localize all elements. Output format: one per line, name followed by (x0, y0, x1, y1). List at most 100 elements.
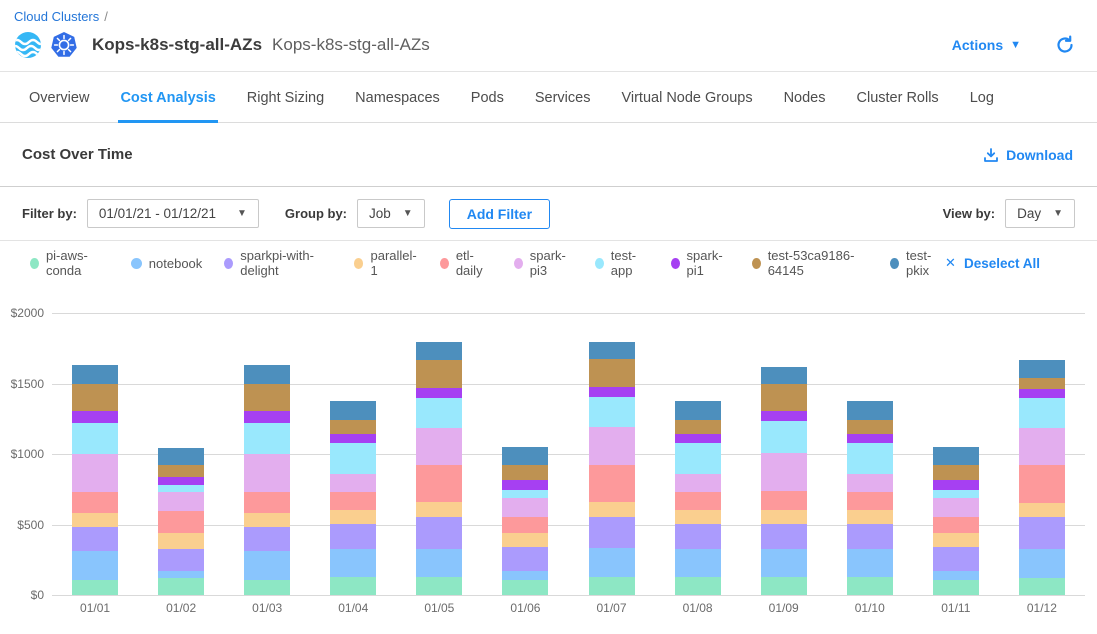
breadcrumb-link-cloud-clusters[interactable]: Cloud Clusters (14, 9, 99, 24)
bar-segment-test-53ca9186-64145[interactable] (244, 384, 290, 411)
bar-segment-test-pkix[interactable] (847, 401, 893, 419)
bar-segment-parallel-1[interactable] (502, 533, 548, 547)
bar-segment-spark-pi3[interactable] (244, 454, 290, 492)
bar-segment-etl-daily[interactable] (72, 492, 118, 512)
add-filter-button[interactable]: Add Filter (449, 199, 550, 229)
bar-segment-spark-pi3[interactable] (761, 453, 807, 490)
stacked-bar-01/04[interactable] (330, 313, 376, 595)
bar-segment-test-pkix[interactable] (158, 448, 204, 465)
bar-segment-spark-pi1[interactable] (675, 434, 721, 444)
bar-segment-spark-pi1[interactable] (244, 411, 290, 423)
bar-segment-spark-pi3[interactable] (502, 498, 548, 518)
bar-segment-test-pkix[interactable] (244, 365, 290, 383)
tab-namespaces[interactable]: Namespaces (353, 72, 442, 123)
actions-button[interactable]: Actions ▼ (952, 37, 1021, 53)
bar-segment-notebook[interactable] (847, 549, 893, 577)
stacked-bar-01/10[interactable] (847, 313, 893, 595)
bar-segment-sparkpi-with-delight[interactable] (416, 517, 462, 549)
bar-segment-test-app[interactable] (158, 485, 204, 492)
bar-segment-parallel-1[interactable] (1019, 503, 1065, 518)
bar-segment-pi-aws-conda[interactable] (72, 580, 118, 596)
bar-segment-test-pkix[interactable] (416, 342, 462, 360)
bar-segment-parallel-1[interactable] (847, 510, 893, 524)
bar-segment-etl-daily[interactable] (933, 517, 979, 533)
bar-segment-spark-pi1[interactable] (761, 411, 807, 421)
bar-segment-pi-aws-conda[interactable] (933, 580, 979, 596)
bar-segment-sparkpi-with-delight[interactable] (502, 547, 548, 571)
bar-segment-parallel-1[interactable] (158, 533, 204, 549)
tab-log[interactable]: Log (968, 72, 996, 123)
bar-segment-test-pkix[interactable] (761, 367, 807, 385)
bar-segment-test-pkix[interactable] (502, 447, 548, 465)
bar-segment-etl-daily[interactable] (761, 491, 807, 510)
bar-segment-etl-daily[interactable] (675, 492, 721, 510)
bar-segment-notebook[interactable] (675, 549, 721, 577)
bar-segment-test-app[interactable] (589, 397, 635, 427)
bar-segment-parallel-1[interactable] (761, 510, 807, 524)
deselect-all-button[interactable]: ✕ Deselect All (945, 255, 1040, 271)
stacked-bar-01/07[interactable] (589, 313, 635, 595)
bar-segment-parallel-1[interactable] (72, 513, 118, 528)
tab-right-sizing[interactable]: Right Sizing (245, 72, 326, 123)
bar-segment-test-app[interactable] (1019, 398, 1065, 428)
bar-segment-sparkpi-with-delight[interactable] (158, 549, 204, 572)
view-by-select[interactable]: Day ▼ (1005, 199, 1075, 228)
bar-segment-test-app[interactable] (761, 421, 807, 453)
bar-segment-notebook[interactable] (158, 571, 204, 578)
bar-segment-test-53ca9186-64145[interactable] (416, 360, 462, 387)
bar-segment-etl-daily[interactable] (416, 465, 462, 502)
bar-segment-sparkpi-with-delight[interactable] (1019, 517, 1065, 549)
bar-segment-etl-daily[interactable] (330, 492, 376, 510)
bar-segment-sparkpi-with-delight[interactable] (847, 524, 893, 549)
bar-segment-spark-pi3[interactable] (158, 492, 204, 511)
bar-segment-test-app[interactable] (847, 443, 893, 473)
stacked-bar-01/02[interactable] (158, 313, 204, 595)
tab-cost-analysis[interactable]: Cost Analysis (118, 72, 217, 123)
legend-item-spark-pi3[interactable]: spark-pi3 (514, 248, 573, 278)
bar-segment-test-53ca9186-64145[interactable] (158, 465, 204, 477)
bar-segment-sparkpi-with-delight[interactable] (589, 517, 635, 549)
legend-item-sparkpi-with-delight[interactable]: sparkpi-with-delight (224, 248, 331, 278)
tab-virtual-node-groups[interactable]: Virtual Node Groups (619, 72, 754, 123)
bar-segment-test-pkix[interactable] (330, 401, 376, 419)
bar-segment-test-53ca9186-64145[interactable] (675, 420, 721, 434)
legend-item-etl-daily[interactable]: etl-daily (440, 248, 492, 278)
bar-segment-spark-pi3[interactable] (1019, 428, 1065, 465)
bar-segment-parallel-1[interactable] (589, 502, 635, 517)
bar-segment-sparkpi-with-delight[interactable] (675, 524, 721, 549)
bar-segment-test-app[interactable] (330, 443, 376, 473)
legend-item-pi-aws-conda[interactable]: pi-aws-conda (30, 248, 109, 278)
bar-segment-notebook[interactable] (933, 571, 979, 579)
stacked-bar-01/05[interactable] (416, 313, 462, 595)
bar-segment-spark-pi1[interactable] (589, 387, 635, 397)
bar-segment-test-53ca9186-64145[interactable] (1019, 378, 1065, 389)
bar-segment-test-pkix[interactable] (72, 365, 118, 383)
tab-overview[interactable]: Overview (27, 72, 91, 123)
bar-segment-test-53ca9186-64145[interactable] (589, 359, 635, 387)
bar-segment-test-app[interactable] (933, 490, 979, 498)
bar-segment-parallel-1[interactable] (933, 533, 979, 547)
bar-segment-sparkpi-with-delight[interactable] (933, 547, 979, 571)
bar-segment-parallel-1[interactable] (330, 510, 376, 523)
bar-segment-pi-aws-conda[interactable] (589, 577, 635, 595)
bar-segment-test-pkix[interactable] (675, 401, 721, 419)
bar-segment-pi-aws-conda[interactable] (1019, 578, 1065, 595)
group-by-select[interactable]: Job ▼ (357, 199, 425, 228)
bar-segment-etl-daily[interactable] (1019, 465, 1065, 502)
bar-segment-etl-daily[interactable] (502, 517, 548, 533)
bar-segment-notebook[interactable] (72, 551, 118, 580)
bar-segment-spark-pi3[interactable] (933, 498, 979, 518)
bar-segment-pi-aws-conda[interactable] (244, 580, 290, 596)
bar-segment-spark-pi3[interactable] (589, 427, 635, 465)
bar-segment-notebook[interactable] (589, 548, 635, 577)
bar-segment-spark-pi1[interactable] (502, 480, 548, 490)
bar-segment-notebook[interactable] (1019, 549, 1065, 578)
bar-segment-spark-pi1[interactable] (158, 477, 204, 485)
bar-segment-spark-pi3[interactable] (416, 428, 462, 465)
bar-segment-etl-daily[interactable] (158, 511, 204, 533)
stacked-bar-01/09[interactable] (761, 313, 807, 595)
bar-segment-spark-pi3[interactable] (72, 454, 118, 492)
bar-segment-parallel-1[interactable] (244, 513, 290, 528)
bar-segment-parallel-1[interactable] (416, 502, 462, 517)
legend-item-spark-pi1[interactable]: spark-pi1 (671, 248, 730, 278)
